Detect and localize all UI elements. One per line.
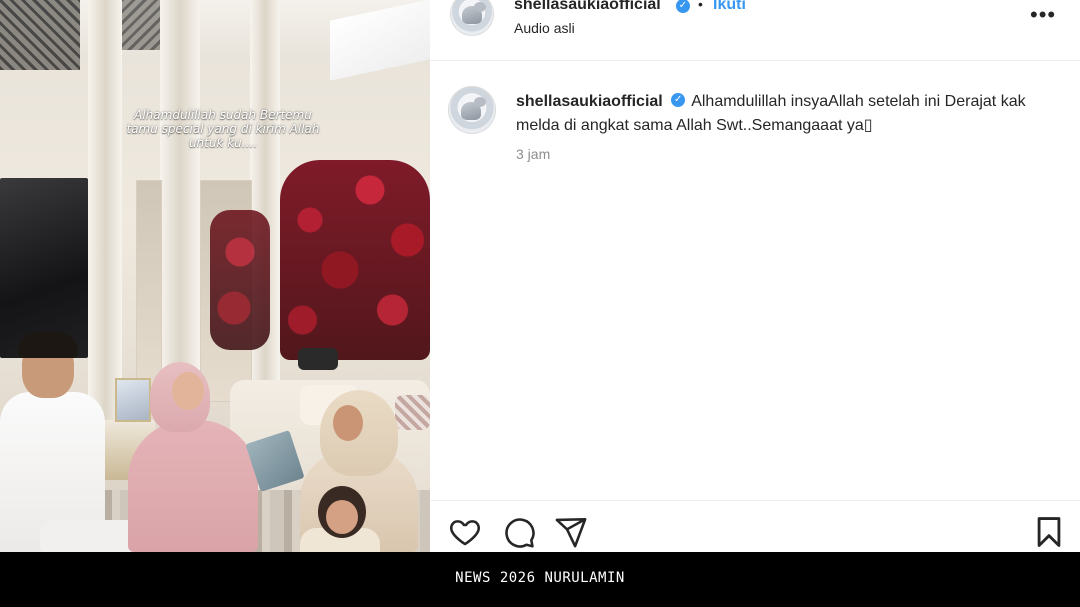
footer-watermark: NEWS 2026 NURULAMIN	[455, 570, 625, 586]
photo-frame	[115, 378, 151, 422]
avatar-figure	[474, 2, 486, 12]
person-woman-pink-face	[172, 372, 204, 410]
pillar	[88, 0, 122, 420]
person-man-legs	[40, 520, 140, 552]
television	[0, 178, 88, 358]
wall-grille	[120, 0, 165, 50]
person-man-hair	[18, 332, 78, 358]
mirror-panel	[136, 180, 162, 402]
action-bar	[430, 500, 1080, 553]
vase	[298, 348, 338, 370]
comment-icon[interactable]	[502, 515, 536, 549]
post-video[interactable]: Alhamdulillah sudah Bertemu tamu special…	[0, 0, 430, 552]
follow-button[interactable]: Ikuti	[713, 0, 746, 14]
cushion	[395, 395, 430, 430]
flower-arrangement	[210, 210, 270, 350]
header-username[interactable]: shellasaukiaofficial	[514, 0, 661, 14]
footer-bar: NEWS 2026 NURULAMIN	[0, 552, 1080, 607]
audio-link[interactable]: Audio asli	[514, 20, 575, 36]
share-icon[interactable]	[554, 515, 588, 549]
person-woman-pink	[128, 420, 258, 552]
comment-timestamp[interactable]: 3 jam	[516, 146, 550, 162]
comment-username[interactable]: shellasaukiaofficial	[516, 93, 663, 110]
video-caption: Alhamdulillah sudah Bertemu tamu special…	[126, 108, 320, 150]
person-child-face	[326, 500, 358, 534]
person-woman-beige-face	[333, 405, 363, 441]
avatar-figure	[474, 97, 486, 107]
verified-badge-icon: ✓	[671, 92, 686, 107]
heart-icon[interactable]	[448, 515, 482, 549]
separator-dot: •	[698, 0, 703, 12]
flower-arrangement	[280, 160, 430, 360]
more-options-icon[interactable]: •••	[1030, 2, 1056, 28]
post-header: shellasaukiaofficial ✓ • Ikuti Audio asl…	[430, 0, 1080, 61]
wall-grille	[0, 0, 80, 70]
post-panel: shellasaukiaofficial ✓ • Ikuti Audio asl…	[430, 0, 1080, 552]
caption-comment: shellasaukiaofficial ✓ Alhamdulillah insy…	[430, 60, 1080, 500]
verified-badge-icon: ✓	[676, 0, 690, 13]
comment-body: shellasaukiaofficial ✓ Alhamdulillah insy…	[516, 90, 1066, 138]
avatar[interactable]	[448, 86, 496, 134]
pillar	[160, 0, 200, 420]
bookmark-icon[interactable]	[1032, 515, 1066, 549]
avatar[interactable]	[450, 0, 494, 36]
